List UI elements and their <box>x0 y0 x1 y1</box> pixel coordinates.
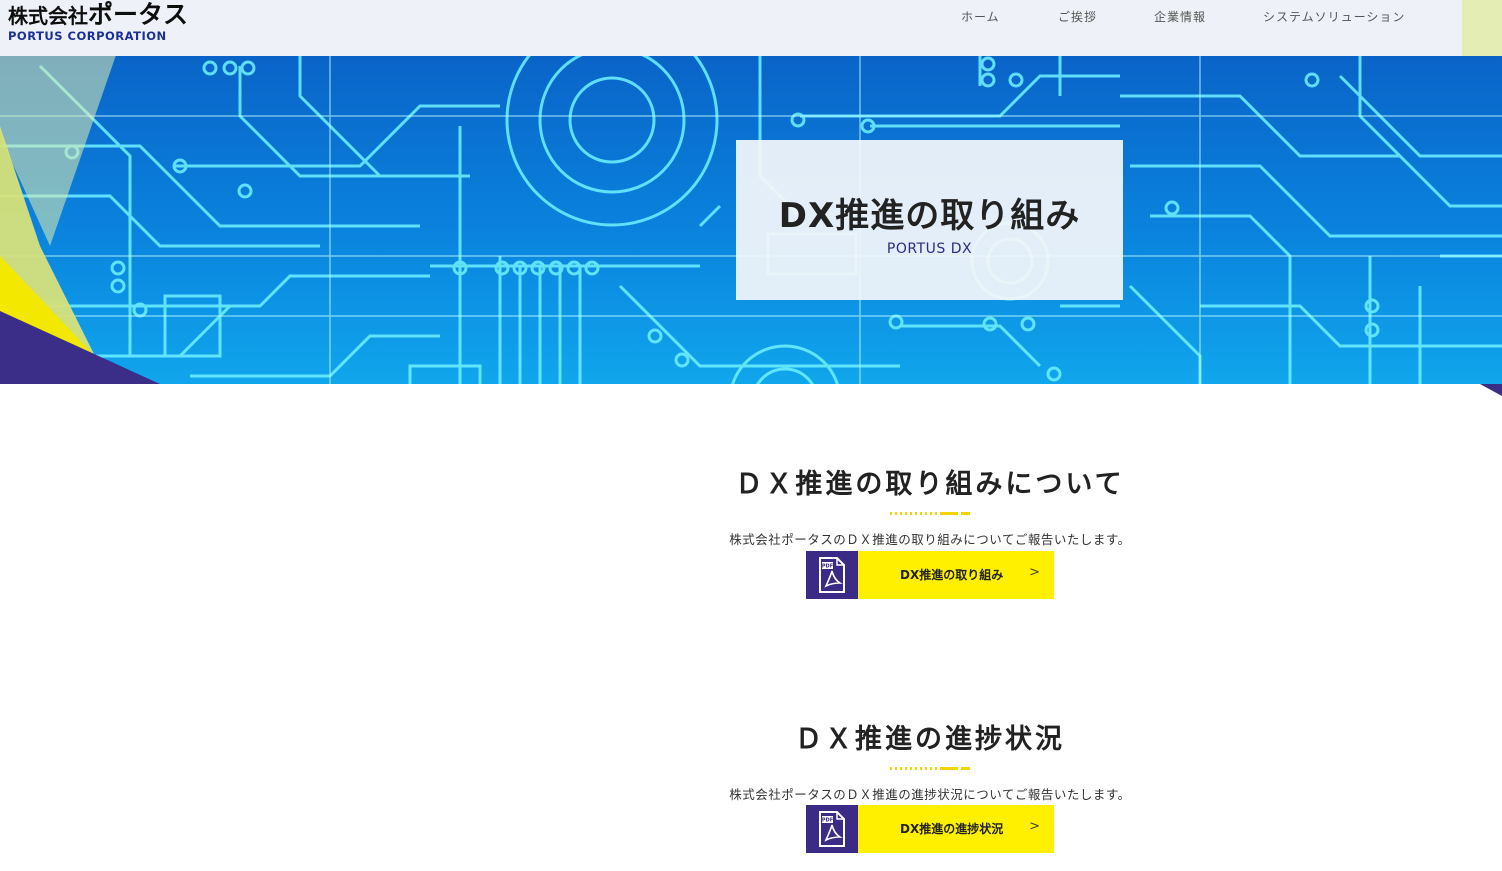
corner-triangle-decoration <box>1480 384 1502 396</box>
dx-initiatives-pdf-button[interactable]: PDF DX推進の取り組み > <box>806 551 1054 599</box>
section-dx-initiatives: ＤＸ推進の取り組みについて 株式会社ポータスのＤＸ推進の取り組みについてご報告い… <box>680 462 1180 548</box>
main-nav: ホーム ご挨拶 企業情報 システムソリューション <box>0 8 1502 28</box>
title-underline-dots <box>680 511 1180 515</box>
pdf-icon: PDF <box>806 551 858 599</box>
nav-company-info[interactable]: 企業情報 <box>1154 8 1206 25</box>
button-label: DX推進の進捗状況 <box>900 822 1004 836</box>
button-label-area: DX推進の進捗状況 > <box>858 805 1054 853</box>
section-description: 株式会社ポータスのＤＸ推進の取り組みについてご報告いたします。 <box>729 532 1131 547</box>
svg-text:PDF: PDF <box>822 818 833 824</box>
site-header: 株式会社ポータス PORTUS CORPORATION ホーム ご挨拶 企業情報… <box>0 0 1502 56</box>
nav-greeting[interactable]: ご挨拶 <box>1058 8 1097 25</box>
chevron-right-icon: > <box>1029 819 1040 834</box>
dx-progress-pdf-button[interactable]: PDF DX推進の進捗状況 > <box>806 805 1054 853</box>
title-underline-dots <box>680 766 1180 770</box>
hero-banner: DX推進の取り組み PORTUS DX <box>0 56 1502 384</box>
hero-title: DX推進の取り組み <box>778 196 1081 236</box>
section-dx-progress: ＤＸ推進の進捗状況 株式会社ポータスのＤＸ推進の進捗状況についてご報告いたします… <box>680 717 1180 803</box>
section-description: 株式会社ポータスのＤＸ推進の進捗状況についてご報告いたします。 <box>729 787 1131 802</box>
nav-system-solution[interactable]: システムソリューション <box>1263 8 1405 25</box>
button-label-area: DX推進の取り組み > <box>858 551 1054 599</box>
chevron-right-icon: > <box>1029 565 1040 580</box>
hero-subtitle: PORTUS DX <box>886 241 973 257</box>
section-title: ＤＸ推進の取り組みについて <box>735 469 1125 500</box>
button-label: DX推進の取り組み <box>900 568 1004 582</box>
section-title: ＤＸ推進の進捗状況 <box>795 724 1065 755</box>
logo-english: PORTUS CORPORATION <box>8 29 167 43</box>
pdf-icon: PDF <box>806 805 858 853</box>
nav-home[interactable]: ホーム <box>961 8 1000 25</box>
svg-text:PDF: PDF <box>822 564 833 570</box>
hero-title-box: DX推進の取り組み PORTUS DX <box>736 140 1123 300</box>
